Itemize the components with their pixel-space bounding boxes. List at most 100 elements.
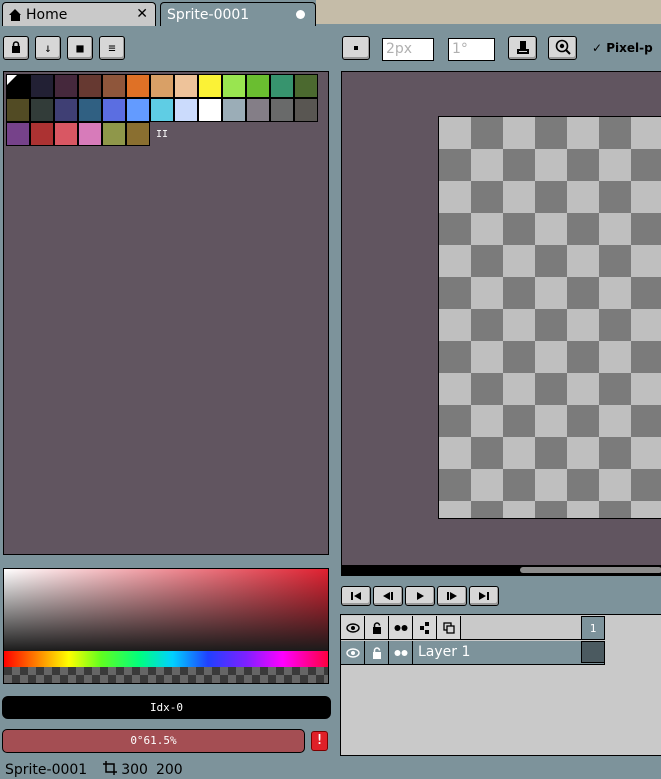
palette-square-button[interactable]: ■: [67, 36, 93, 60]
palette-menu-button[interactable]: ≡: [99, 36, 125, 60]
palette-swatch[interactable]: [270, 74, 294, 98]
layer-continuous-icon[interactable]: [389, 641, 413, 665]
last-frame-button[interactable]: [469, 586, 499, 606]
modified-dot-icon: [296, 10, 305, 19]
horizontal-scrollbar[interactable]: [342, 565, 661, 575]
palette-swatch[interactable]: [6, 122, 30, 146]
status-bar: Sprite-0001 300 200: [0, 760, 661, 779]
layer-name[interactable]: Layer 1: [413, 641, 605, 665]
canvas-size-icon: [103, 760, 118, 779]
next-frame-button[interactable]: [437, 586, 467, 606]
palette-swatch[interactable]: [126, 122, 150, 146]
palette-swatch[interactable]: [6, 98, 30, 122]
magnifier-icon: [555, 39, 571, 58]
palette-swatch[interactable]: [102, 98, 126, 122]
brush-size-input[interactable]: 2px: [382, 38, 434, 61]
palette-swatch[interactable]: [78, 122, 102, 146]
palette-down-button[interactable]: ↓: [35, 36, 61, 60]
palette-swatch[interactable]: [78, 74, 102, 98]
palette-swatch[interactable]: [30, 122, 54, 146]
status-sprite-name: Sprite-0001: [5, 761, 88, 778]
palette-swatch[interactable]: [150, 98, 174, 122]
palette-swatch[interactable]: [150, 74, 174, 98]
status-height: 200: [155, 761, 183, 778]
spray-button[interactable]: [548, 36, 577, 60]
brush-type-button[interactable]: [342, 36, 370, 60]
current-color-bar[interactable]: 0°61.5%: [2, 729, 305, 753]
palette-swatch[interactable]: [198, 74, 222, 98]
visibility-header-icon[interactable]: [341, 616, 365, 640]
first-frame-button[interactable]: [341, 586, 371, 606]
brush-angle-input[interactable]: 1°: [448, 38, 495, 61]
prev-frame-icon: [383, 592, 393, 600]
pixel-perfect-label: Pixel-p: [606, 41, 653, 55]
play-button[interactable]: [405, 586, 435, 606]
palette-swatch[interactable]: [30, 74, 54, 98]
alpha-slider[interactable]: [4, 667, 328, 683]
first-frame-icon: [351, 592, 361, 600]
palette-swatch[interactable]: [270, 98, 294, 122]
palette-lock-button[interactable]: [3, 36, 29, 60]
home-icon: [9, 8, 22, 21]
tab-bar-background: [316, 0, 661, 24]
saturation-value-field[interactable]: [4, 569, 328, 651]
pixel-perfect-checkbox[interactable]: ✓ Pixel-p: [592, 41, 653, 55]
tab-home-label: Home: [26, 6, 68, 23]
sprite-canvas[interactable]: [438, 116, 661, 519]
menu-icon: ≡: [108, 41, 116, 55]
palette-swatch[interactable]: [174, 74, 198, 98]
status-width: 300: [121, 761, 148, 778]
tab-home[interactable]: Home ✕: [2, 2, 156, 26]
color-index-bar[interactable]: Idx-0: [2, 696, 331, 719]
palette-swatch[interactable]: [174, 98, 198, 122]
lock-icon: [10, 40, 22, 56]
close-icon[interactable]: ✕: [136, 6, 148, 22]
palette-swatch[interactable]: [30, 98, 54, 122]
ink-button[interactable]: [508, 36, 537, 60]
hue-slider[interactable]: [4, 651, 328, 667]
palette-panel: [3, 71, 329, 555]
palette-swatch[interactable]: [246, 74, 270, 98]
ink-icon: [515, 39, 531, 58]
next-frame-icon: [447, 592, 457, 600]
lock-header-icon[interactable]: [365, 616, 389, 640]
canvas-area[interactable]: [341, 71, 661, 576]
color-spectrum[interactable]: [3, 568, 329, 684]
palette-swatch[interactable]: [78, 98, 102, 122]
palette-swatch[interactable]: [294, 74, 318, 98]
checkmark-icon: ✓: [592, 41, 603, 55]
square-icon: ■: [76, 41, 84, 55]
dot-icon: [354, 46, 358, 50]
continuous-header-icon[interactable]: [389, 616, 413, 640]
link-header-icon[interactable]: [413, 616, 437, 640]
palette-swatch[interactable]: [294, 98, 318, 122]
palette-swatch[interactable]: [222, 74, 246, 98]
layer-row[interactable]: Layer 1: [341, 641, 605, 665]
palette-swatch[interactable]: [102, 74, 126, 98]
tab-sprite-label: Sprite-0001: [167, 6, 250, 23]
palette-swatch[interactable]: [54, 74, 78, 98]
last-frame-icon: [479, 592, 489, 600]
timeline-header: [341, 616, 605, 640]
prev-frame-button[interactable]: [373, 586, 403, 606]
layer-visibility-icon[interactable]: [341, 641, 365, 665]
palette-swatch[interactable]: [126, 98, 150, 122]
palette-swatch[interactable]: [54, 122, 78, 146]
arrow-down-icon: ↓: [44, 41, 52, 55]
tab-sprite[interactable]: Sprite-0001: [160, 2, 316, 26]
palette-swatch[interactable]: [126, 74, 150, 98]
tab-bar: Home ✕ Sprite-0001: [0, 0, 661, 26]
palette-swatch[interactable]: [102, 122, 126, 146]
onion-skin-icon[interactable]: [437, 616, 461, 640]
color-warning-button[interactable]: !: [311, 731, 328, 751]
palette-swatch[interactable]: [246, 98, 270, 122]
palette-swatch[interactable]: [222, 98, 246, 122]
palette-swatch[interactable]: [198, 98, 222, 122]
layer-frame-cel[interactable]: [581, 641, 605, 663]
palette-swatch[interactable]: [6, 74, 30, 98]
layer-lock-icon[interactable]: [365, 641, 389, 665]
timeline: 1 Layer 1: [340, 614, 661, 756]
scrollbar-thumb[interactable]: [520, 567, 661, 573]
palette-swatch[interactable]: [54, 98, 78, 122]
frame-number[interactable]: 1: [581, 616, 605, 640]
